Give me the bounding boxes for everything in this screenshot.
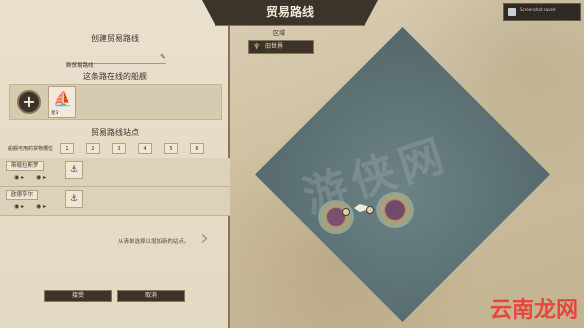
stations-list: 斯窥拉斯罗 ⚓ ◉ ▸ ◉ ▸ 欧德亨尔 ⚓ ◉ ▸ ◉ ▸	[0, 158, 230, 216]
slot-number[interactable]: 5	[164, 143, 178, 154]
route-marker-icon	[366, 206, 374, 214]
region-label: 区域	[273, 30, 286, 37]
region-selector[interactable]: ♆ 旧世界	[248, 40, 314, 54]
ships-heading: 这条路在线的船舰	[83, 72, 147, 81]
chevron-right-icon: ›	[200, 226, 209, 251]
pencil-icon[interactable]: ✎	[160, 53, 166, 61]
stations-heading: 贸易路线站点	[91, 128, 139, 137]
ships-box: + ⛵ 星3	[9, 84, 222, 120]
region-crest-icon: ♆	[253, 42, 261, 51]
site-watermark: 云南龙网	[489, 298, 578, 323]
accept-button[interactable]: 接受	[44, 290, 112, 302]
island-port-1[interactable]	[318, 200, 354, 234]
ship-label: 星3	[51, 111, 59, 116]
unload-icon[interactable]: ◉ ▸	[36, 174, 46, 181]
slot-number[interactable]: 2	[86, 143, 100, 154]
route-name-value: 新贸易路线	[66, 63, 94, 69]
notification-icon	[508, 8, 516, 16]
port-cargo-icon[interactable]: ⚓	[65, 161, 83, 179]
unload-icon[interactable]: ◉ ▸	[36, 203, 46, 210]
window-title: 贸易路线	[215, 0, 365, 26]
load-icon[interactable]: ◉ ▸	[14, 174, 24, 181]
notification-box: Screenshot saved	[503, 3, 581, 21]
island-port-2[interactable]	[376, 192, 414, 228]
ship-card[interactable]: ⛵ 星3	[48, 86, 76, 118]
port-cargo-icon[interactable]: ⚓	[65, 190, 83, 208]
route-name-field[interactable]: 新贸易路线 ✎	[66, 52, 166, 69]
port-name: 斯窥拉斯罗	[6, 161, 44, 171]
notification-text: Screenshot saved	[520, 7, 556, 12]
slot-number[interactable]: 3	[112, 143, 126, 154]
slot-number[interactable]: 6	[190, 143, 204, 154]
route-marker-icon	[342, 208, 350, 216]
region-name: 旧世界	[265, 43, 284, 50]
trade-route-panel: 创建贸易路线 新贸易路线 ✎ 这条路在线的船舰 + ⛵ 星3 贸易路线站点 船舰…	[0, 0, 230, 328]
cancel-button[interactable]: 取消	[117, 290, 185, 302]
add-ship-button[interactable]: +	[17, 90, 41, 114]
ship-icon: ⛵	[53, 90, 72, 108]
add-station-hint: 从清单选择以增加新的站点。	[118, 239, 190, 245]
port-name: 欧德亨尔	[6, 190, 39, 200]
station-row[interactable]: 欧德亨尔 ⚓ ◉ ▸ ◉ ▸	[0, 187, 230, 216]
slot-number[interactable]: 4	[138, 143, 152, 154]
slots-label: 船舰可用的货物槽位	[8, 146, 54, 152]
station-row[interactable]: 斯窥拉斯罗 ⚓ ◉ ▸ ◉ ▸	[0, 158, 230, 187]
load-icon[interactable]: ◉ ▸	[14, 203, 24, 210]
slot-number[interactable]: 1	[60, 143, 74, 154]
create-route-title: 创建贸易路线	[91, 34, 139, 43]
cargo-slot-row: 船舰可用的货物槽位 1 2 3 4 5 6	[6, 143, 224, 155]
